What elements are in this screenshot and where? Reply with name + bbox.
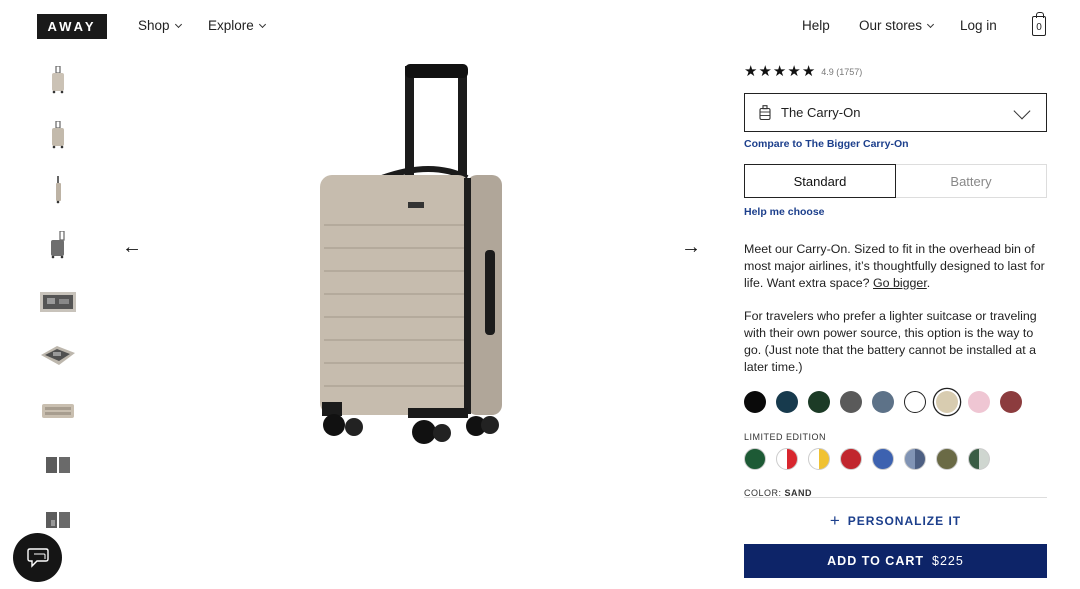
color-swatches	[744, 391, 1022, 413]
limited-color-swatch[interactable]	[968, 448, 990, 470]
previous-image-arrow-icon[interactable]: ←	[122, 236, 142, 259]
add-to-cart-label: ADD TO CART	[827, 554, 925, 568]
help-me-choose-link[interactable]: Help me choose	[744, 206, 825, 218]
limited-color-swatch[interactable]	[744, 448, 766, 470]
suitcase-icon	[759, 104, 771, 120]
thumbnail-open-top[interactable]	[38, 280, 78, 320]
thumbnail-side[interactable]	[38, 170, 78, 210]
color-swatch[interactable]	[936, 391, 958, 413]
thumbnail-back[interactable]	[38, 225, 78, 265]
thumbnail-interior-1[interactable]	[38, 445, 78, 485]
product-select-dropdown[interactable]: The Carry-On	[744, 93, 1047, 132]
color-swatch[interactable]	[744, 391, 766, 413]
star-icon: ★	[787, 63, 801, 80]
chevron-down-icon	[174, 20, 182, 28]
chat-button[interactable]	[13, 533, 62, 582]
limited-edition-swatches	[744, 448, 990, 470]
option-battery[interactable]: Battery	[896, 164, 1047, 198]
price: $225	[932, 554, 964, 568]
color-swatch[interactable]	[1000, 391, 1022, 413]
color-swatch[interactable]	[808, 391, 830, 413]
limited-color-swatch[interactable]	[872, 448, 894, 470]
thumbnail-angle[interactable]	[38, 115, 78, 155]
product-description: Meet our Carry-On. Sized to fit in the o…	[744, 241, 1047, 292]
nav-our-stores[interactable]: Our stores	[859, 18, 935, 33]
nav-explore-label: Explore	[208, 18, 254, 33]
chat-icon	[26, 547, 49, 568]
color-swatch[interactable]	[776, 391, 798, 413]
rating-stars[interactable]: ★ ★ ★ ★ ★ 4.9 (1757)	[744, 64, 862, 79]
limited-color-swatch[interactable]	[936, 448, 958, 470]
limited-color-swatch[interactable]	[776, 448, 798, 470]
personalize-label: PERSONALIZE IT	[847, 514, 962, 528]
color-swatch[interactable]	[840, 391, 862, 413]
thumbnail-open-angle[interactable]	[38, 335, 78, 375]
chevron-down-icon	[258, 20, 266, 28]
battery-description: For travelers who prefer a lighter suitc…	[744, 309, 1037, 374]
option-standard[interactable]: Standard	[744, 164, 896, 198]
star-icon: ★	[801, 63, 816, 80]
limited-color-swatch[interactable]	[808, 448, 830, 470]
star-icon: ★	[758, 63, 772, 80]
color-swatch[interactable]	[904, 391, 926, 413]
next-image-arrow-icon[interactable]: →	[681, 236, 701, 259]
limited-color-swatch[interactable]	[840, 448, 862, 470]
star-icon: ★	[744, 63, 758, 80]
bag-count: 0	[1036, 22, 1042, 33]
thumbnail-flat[interactable]	[38, 390, 78, 430]
color-swatch[interactable]	[968, 391, 990, 413]
suitcase-product-image	[320, 64, 502, 444]
go-bigger-link[interactable]: Go bigger	[873, 276, 927, 290]
limited-edition-label: LIMITED EDITION	[744, 432, 827, 442]
nav-stores-label: Our stores	[859, 18, 923, 33]
nav-shop[interactable]: Shop	[138, 18, 182, 33]
selected-product-label: The Carry-On	[781, 105, 861, 120]
compare-link[interactable]: Compare to The Bigger Carry-On	[744, 138, 909, 150]
nav-explore[interactable]: Explore	[208, 18, 266, 33]
chevron-down-icon	[926, 20, 935, 28]
shopping-bag-icon[interactable]: 0	[1032, 12, 1046, 36]
divider	[744, 497, 1047, 498]
personalize-button[interactable]: + PERSONALIZE IT	[744, 511, 1047, 531]
nav-help[interactable]: Help	[802, 18, 830, 33]
chevron-down-icon	[1013, 102, 1031, 120]
thumbnail-front[interactable]	[38, 60, 78, 100]
nav-shop-label: Shop	[138, 18, 170, 33]
color-swatch[interactable]	[872, 391, 894, 413]
period: .	[926, 276, 931, 290]
rating-text: 4.9 (1757)	[821, 66, 863, 77]
star-icon: ★	[772, 63, 787, 80]
plus-icon: +	[829, 511, 841, 530]
add-to-cart-button[interactable]: ADD TO CART $225	[744, 544, 1047, 578]
limited-color-swatch[interactable]	[904, 448, 926, 470]
away-logo[interactable]: AWAY	[37, 14, 107, 39]
nav-login[interactable]: Log in	[960, 18, 997, 33]
